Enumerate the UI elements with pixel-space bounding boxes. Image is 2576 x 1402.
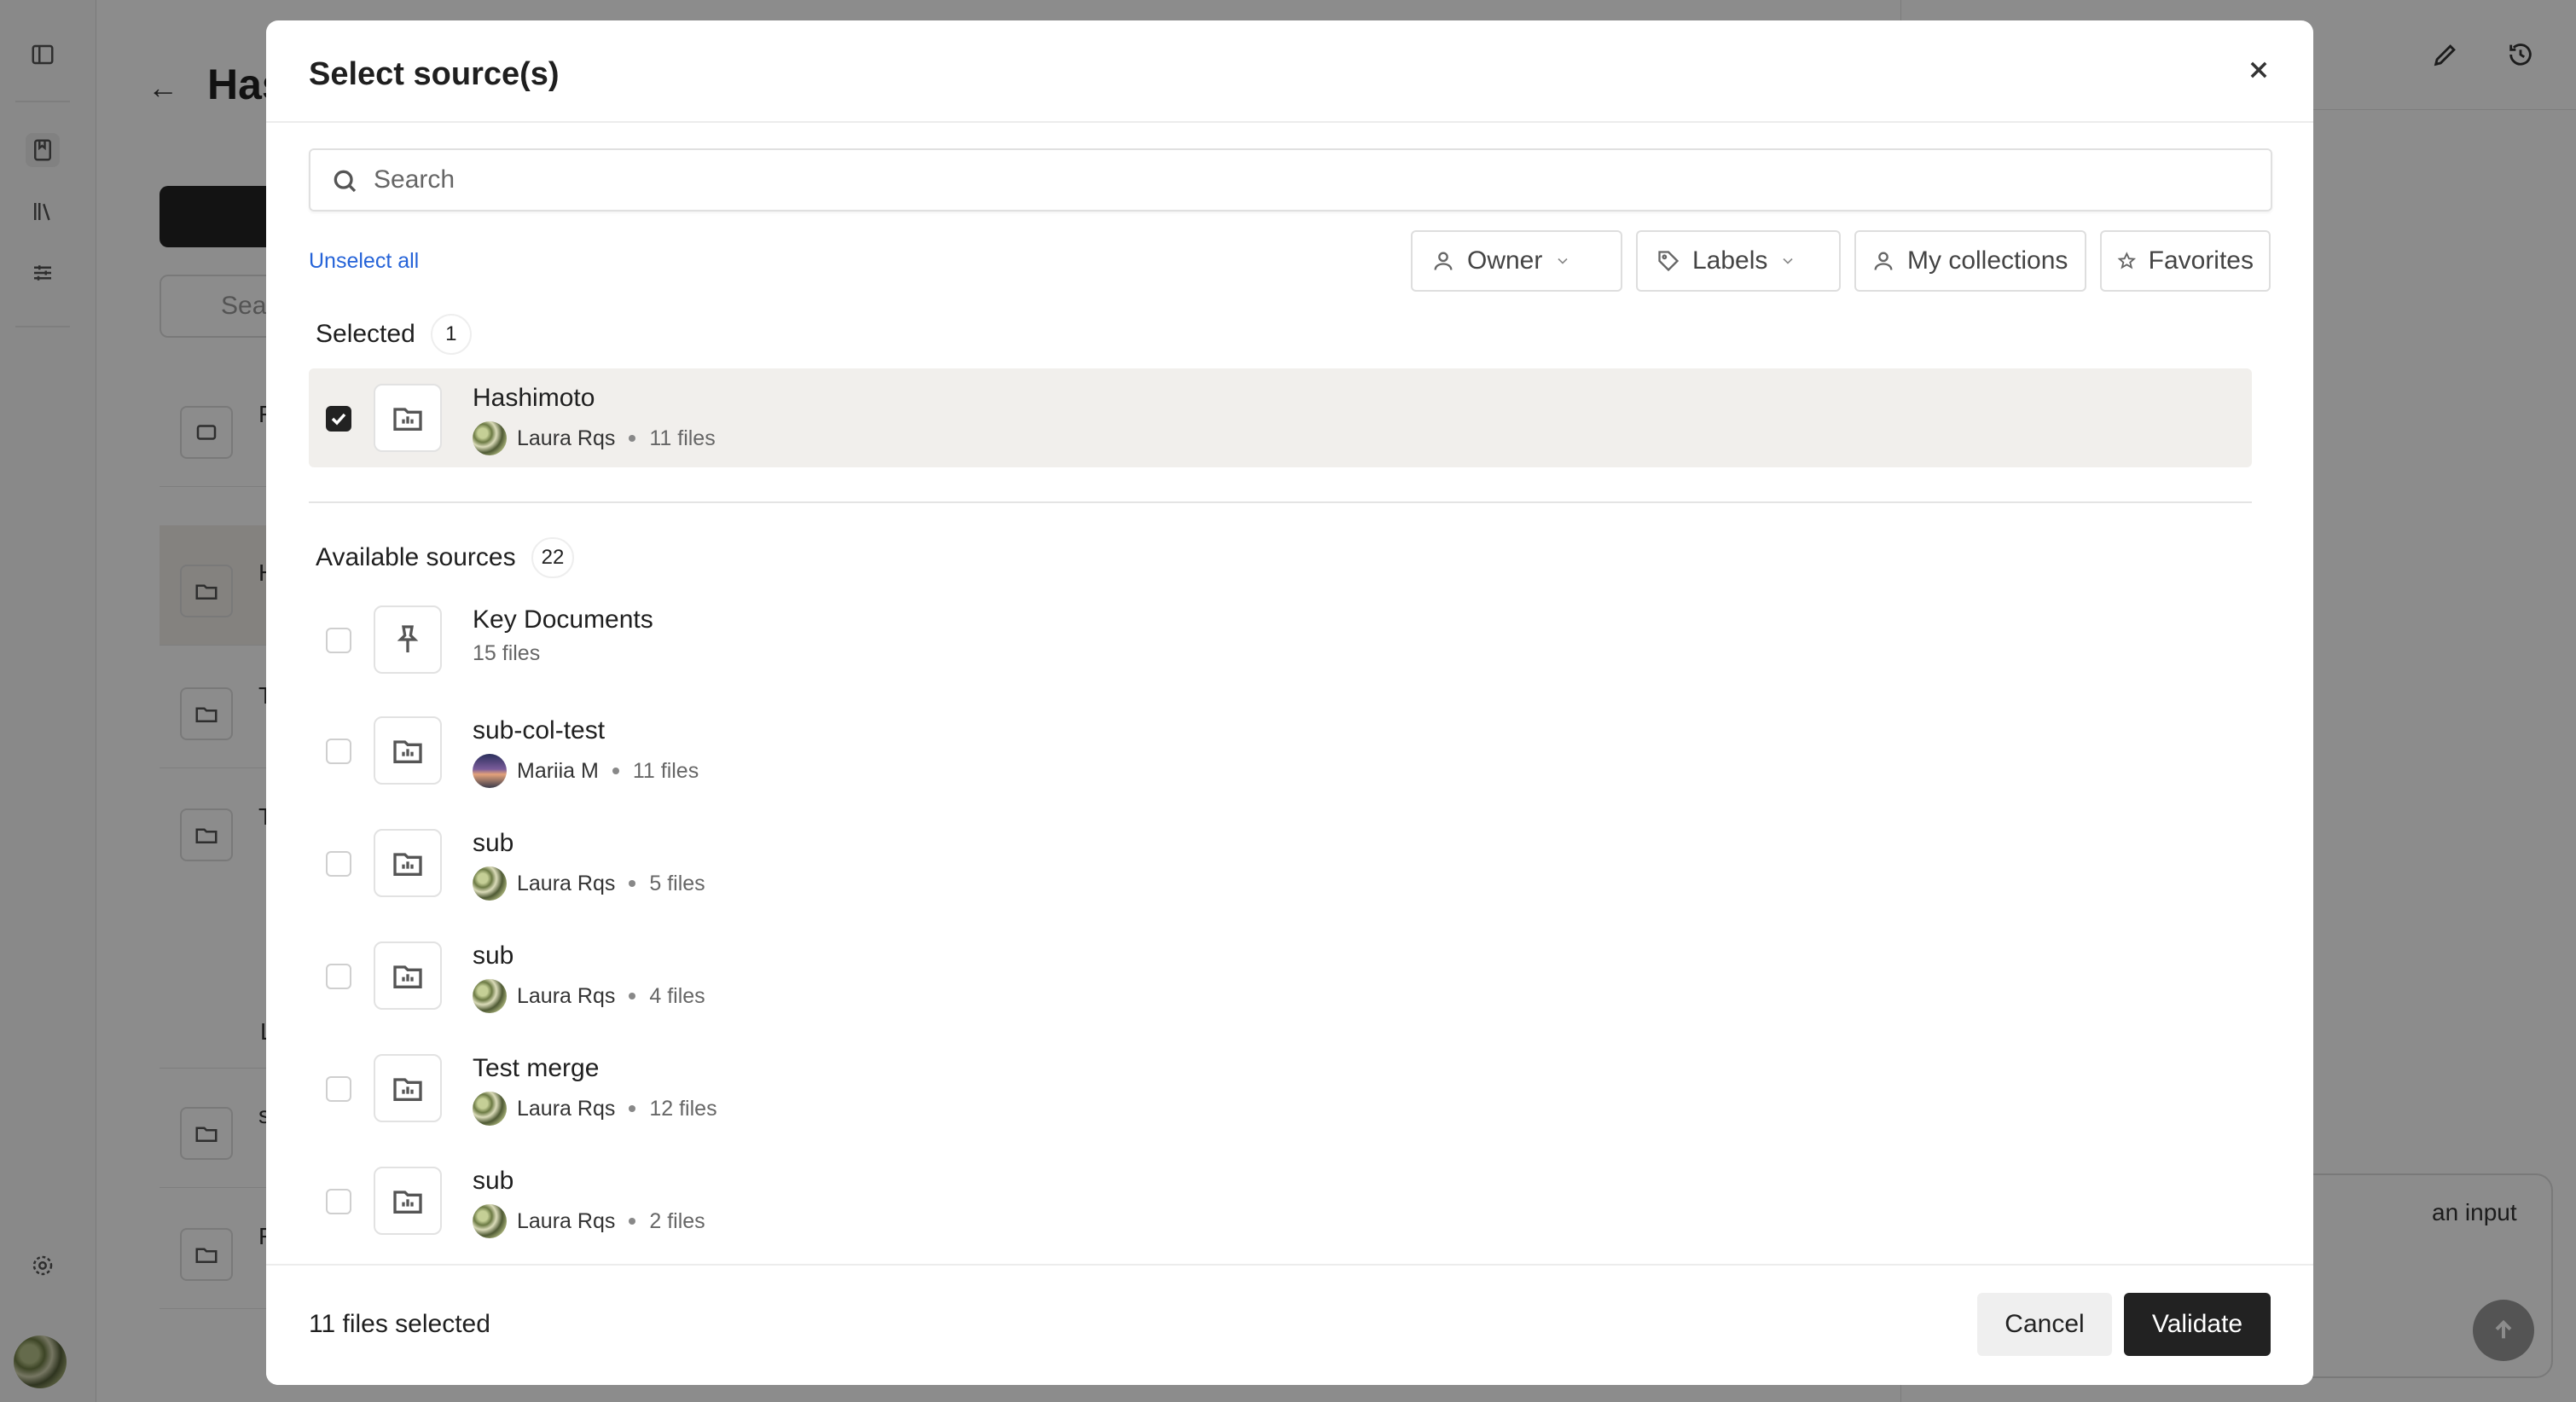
separator-dot [612, 768, 619, 774]
source-name: sub-col-test [473, 716, 606, 744]
favorites-filter-label: Favorites [2148, 246, 2254, 275]
source-meta: 15 files [473, 641, 540, 666]
available-count-badge: 22 [531, 537, 575, 578]
folder-chart-icon [374, 1167, 442, 1235]
separator-dot [629, 435, 636, 442]
search-input[interactable] [372, 157, 2252, 203]
folder-chart-icon [374, 384, 442, 452]
source-owner: Laura Rqs [517, 871, 616, 895]
source-name: sub [473, 1167, 514, 1195]
source-name: sub [473, 941, 514, 970]
owner-avatar [473, 421, 507, 455]
my-collections-filter-label: My collections [1907, 246, 2068, 275]
my-collections-filter-button[interactable]: My collections [1854, 230, 2086, 292]
source-meta: Laura Rqs 11 files [473, 421, 716, 455]
source-file-count: 15 files [473, 641, 541, 665]
folder-chart-icon [374, 829, 442, 897]
source-checkbox[interactable] [326, 628, 351, 653]
source-file-count: 4 files [649, 983, 705, 1008]
modal-footer: 11 files selected Cancel Validate [266, 1264, 2313, 1385]
chevron-down-icon [1783, 258, 1793, 264]
selected-section-header: Selected 1 [316, 314, 472, 355]
source-name: sub [473, 829, 514, 857]
folder-chart-icon [374, 941, 442, 1010]
source-checkbox[interactable] [326, 964, 351, 989]
search-icon [334, 170, 357, 193]
source-meta: Laura Rqs 5 files [473, 866, 705, 901]
selected-section-title: Selected [316, 320, 415, 348]
source-checkbox[interactable] [326, 739, 351, 764]
tag-icon [1658, 251, 1680, 272]
section-divider [309, 501, 2252, 503]
folder-chart-icon [374, 1054, 442, 1122]
close-button[interactable] [2235, 46, 2283, 94]
validate-button[interactable]: Validate [2124, 1293, 2271, 1356]
modal-header: Select source(s) [266, 20, 2313, 123]
select-sources-modal: Select source(s) Unselect all Owner Labe… [266, 20, 2313, 1385]
user-icon [1434, 252, 1453, 270]
folder-chart-icon [374, 716, 442, 785]
separator-dot [629, 1218, 636, 1225]
separator-dot [629, 1105, 636, 1112]
source-meta: Laura Rqs 2 files [473, 1204, 705, 1238]
source-meta: Laura Rqs 12 files [473, 1092, 717, 1126]
owner-filter-button[interactable]: Owner [1411, 230, 1622, 292]
source-owner: Laura Rqs [517, 1096, 616, 1121]
labels-filter-button[interactable]: Labels [1636, 230, 1841, 292]
source-row[interactable]: sub Laura Rqs 2 files [309, 1151, 2252, 1250]
source-row[interactable]: Test merge Laura Rqs 12 files [309, 1039, 2252, 1138]
source-row-selected[interactable]: Hashimoto Laura Rqs 11 files [309, 368, 2252, 467]
close-icon [2250, 61, 2267, 78]
source-file-count: 5 files [649, 871, 705, 895]
available-section-title: Available sources [316, 543, 516, 571]
owner-avatar [473, 1204, 507, 1238]
source-name: Key Documents [473, 605, 653, 634]
source-file-count: 12 files [649, 1096, 717, 1121]
source-meta: Laura Rqs 4 files [473, 979, 705, 1013]
separator-dot [629, 880, 636, 887]
files-selected-count: 11 files selected [309, 1310, 490, 1338]
source-row[interactable]: sub-col-test Mariia M 11 files [309, 701, 2252, 800]
unselect-all-link[interactable]: Unselect all [309, 249, 419, 274]
source-name: Hashimoto [473, 384, 595, 412]
favorites-filter-button[interactable]: Favorites [2100, 230, 2271, 292]
source-owner: Laura Rqs [517, 426, 616, 450]
owner-avatar [473, 866, 507, 901]
source-owner: Laura Rqs [517, 983, 616, 1008]
cancel-button[interactable]: Cancel [1977, 1293, 2112, 1356]
checkmark-icon [331, 413, 346, 426]
owner-filter-label: Owner [1467, 246, 1543, 275]
source-owner: Mariia M [517, 758, 599, 783]
star-icon [2117, 252, 2137, 269]
source-file-count: 11 files [649, 426, 716, 450]
source-checkbox[interactable] [326, 851, 351, 877]
user-icon [1874, 252, 1893, 270]
source-checkbox[interactable] [326, 1189, 351, 1214]
chevron-down-icon [1558, 258, 1568, 264]
source-checkbox[interactable] [326, 406, 351, 432]
labels-filter-label: Labels [1692, 246, 1768, 275]
owner-avatar [473, 1092, 507, 1126]
source-row[interactable]: sub Laura Rqs 5 files [309, 814, 2252, 912]
source-row[interactable]: sub Laura Rqs 4 files [309, 926, 2252, 1025]
source-owner: Laura Rqs [517, 1208, 616, 1233]
source-row[interactable]: Key Documents 15 files [309, 590, 2252, 689]
separator-dot [629, 993, 636, 999]
modal-title: Select source(s) [309, 56, 560, 92]
owner-avatar [473, 979, 507, 1013]
source-file-count: 2 files [649, 1208, 705, 1233]
selected-count-badge: 1 [430, 314, 472, 355]
source-meta: Mariia M 11 files [473, 754, 699, 788]
source-name: Test merge [473, 1054, 600, 1082]
filter-bar: Owner Labels My collections Favorites [1411, 230, 2271, 292]
available-section-header: Available sources 22 [316, 537, 575, 578]
pin-icon [374, 605, 442, 674]
sources-search[interactable] [309, 148, 2272, 211]
owner-avatar [473, 754, 507, 788]
source-checkbox[interactable] [326, 1076, 351, 1102]
source-file-count: 11 files [632, 758, 699, 783]
